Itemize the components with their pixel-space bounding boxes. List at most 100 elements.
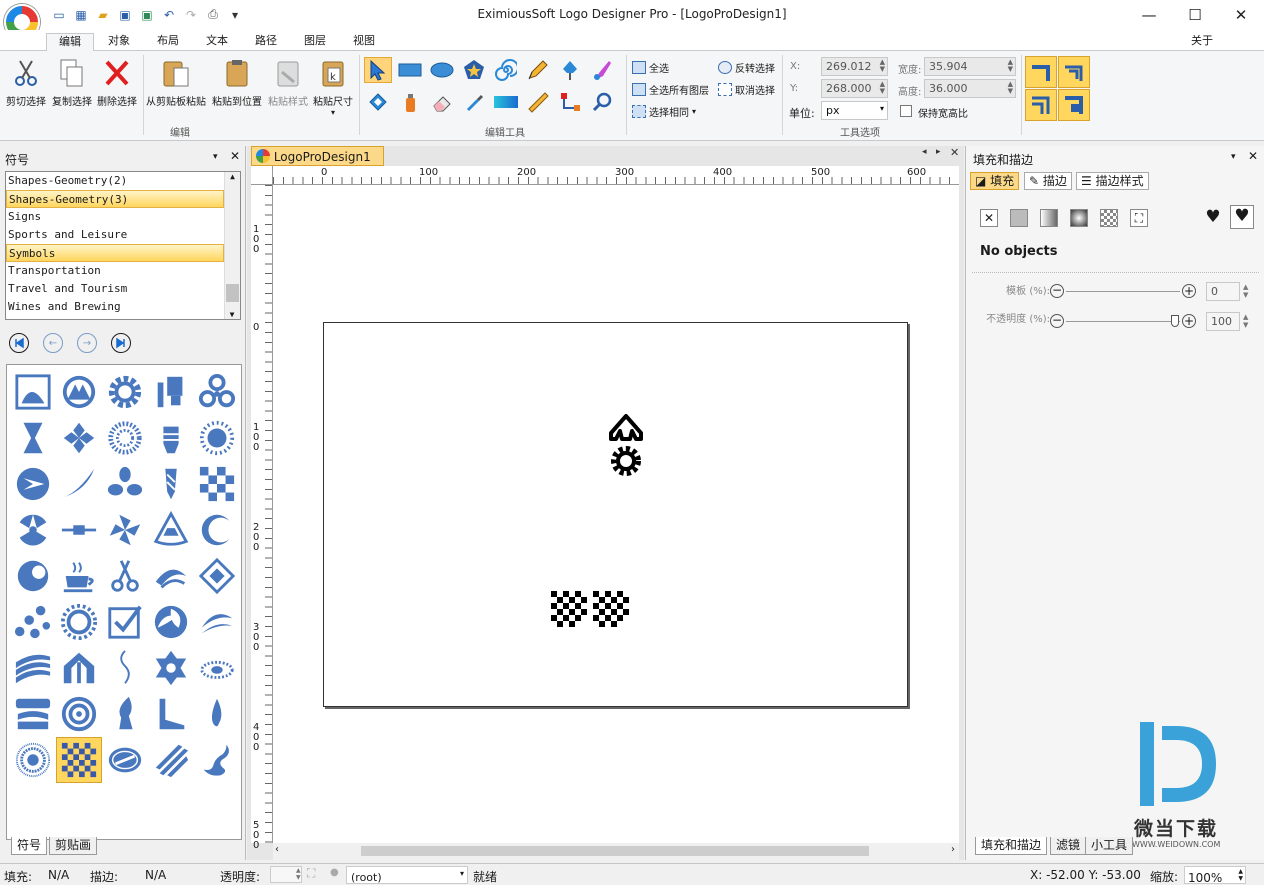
- redo-icon[interactable]: ↷: [182, 6, 200, 23]
- symbol-item[interactable]: [194, 691, 240, 737]
- scroll-up-icon[interactable]: ▲: [225, 172, 240, 181]
- blur-increase-icon[interactable]: +: [1182, 284, 1196, 298]
- scroll-down-icon[interactable]: ▼: [225, 310, 239, 319]
- tab-path[interactable]: 路径: [244, 33, 288, 51]
- opacity-increase-icon[interactable]: +: [1182, 314, 1196, 328]
- symbol-item[interactable]: [148, 599, 194, 645]
- blur-decrease-icon[interactable]: −: [1050, 284, 1064, 298]
- paste-size-button[interactable]: k 粘贴尺寸 ▾: [311, 55, 355, 117]
- symbol-item[interactable]: [10, 691, 56, 737]
- opacity-slider-thumb[interactable]: [1171, 315, 1179, 327]
- open-icon[interactable]: ▰: [94, 6, 112, 23]
- x-field[interactable]: 269.012 ▲ ▼: [821, 57, 888, 76]
- symbol-item[interactable]: [10, 553, 56, 599]
- tab-edit[interactable]: 编辑: [46, 33, 94, 52]
- y-field[interactable]: 268.000 ▲ ▼: [821, 79, 888, 98]
- select-all-layers-button[interactable]: 全选所有图层: [632, 80, 709, 98]
- pen-tool-icon[interactable]: [556, 57, 584, 83]
- zoom-field[interactable]: 100% ▲ ▼: [1184, 866, 1246, 885]
- checker-symbol[interactable]: [551, 591, 587, 627]
- new-template-icon[interactable]: ▦: [72, 6, 90, 23]
- eraser-tool-icon[interactable]: [428, 89, 456, 115]
- list-item[interactable]: Signs: [6, 208, 224, 226]
- symbol-item-selected[interactable]: [56, 737, 102, 783]
- prev-page-icon[interactable]: ←: [43, 333, 63, 353]
- symbol-item[interactable]: [194, 369, 240, 415]
- symbol-item[interactable]: [102, 599, 148, 645]
- first-page-icon[interactable]: [9, 333, 29, 353]
- artboard[interactable]: [323, 322, 908, 707]
- symbol-item[interactable]: [194, 415, 240, 461]
- select-all-button[interactable]: 全选: [632, 58, 669, 76]
- checker-symbol-copy[interactable]: [593, 591, 629, 627]
- blur-spinner-icon[interactable]: ▲ ▼: [1243, 283, 1248, 299]
- symbol-item[interactable]: [56, 369, 102, 415]
- opacity-field[interactable]: 100: [1206, 312, 1240, 331]
- ellipse-tool-icon[interactable]: [428, 57, 456, 83]
- paste-button[interactable]: 从剪贴板粘贴: [145, 55, 207, 117]
- delete-button[interactable]: 删除选择: [95, 55, 139, 117]
- zoom-spinner-icon[interactable]: ▲ ▼: [1238, 868, 1243, 882]
- eyedropper-tool-icon[interactable]: [460, 89, 488, 115]
- about-link[interactable]: 关于: [1180, 33, 1224, 51]
- symbol-item[interactable]: [56, 507, 102, 553]
- panel-menu-icon[interactable]: ▾: [213, 152, 218, 162]
- symbol-item[interactable]: [56, 645, 102, 691]
- polygon-tool-icon[interactable]: [460, 57, 488, 83]
- tab-view[interactable]: 视图: [342, 33, 386, 51]
- list-item[interactable]: Travel and Tourism: [6, 280, 224, 298]
- calligraphy-tool-icon[interactable]: [588, 57, 616, 83]
- symbol-item[interactable]: [194, 461, 240, 507]
- corner-bottom-left-icon[interactable]: [1025, 89, 1057, 121]
- fill-rule-nonzero-icon[interactable]: ♥: [1230, 205, 1254, 229]
- x-spinner-icon[interactable]: ▲ ▼: [880, 59, 885, 73]
- symbol-item[interactable]: [148, 553, 194, 599]
- paste-style-button[interactable]: 粘贴样式: [265, 55, 311, 117]
- symbol-item[interactable]: [194, 645, 240, 691]
- width-field[interactable]: 35.904 ▲ ▼: [924, 57, 1016, 76]
- no-fill-icon[interactable]: ✕: [980, 209, 998, 227]
- symbol-item[interactable]: [102, 461, 148, 507]
- save-icon[interactable]: ▣: [116, 6, 134, 23]
- spiral-tool-icon[interactable]: [492, 57, 520, 83]
- symbol-item[interactable]: [102, 691, 148, 737]
- print-icon[interactable]: ⎙: [204, 6, 222, 23]
- rectangle-tool-icon[interactable]: [396, 57, 424, 83]
- next-page-icon[interactable]: →: [77, 333, 97, 353]
- symbol-item[interactable]: [102, 645, 148, 691]
- list-item[interactable]: Shapes-Geometry(2): [6, 172, 224, 190]
- symbol-item[interactable]: [148, 691, 194, 737]
- corner-bottom-right-icon[interactable]: [1058, 89, 1090, 121]
- qat-dropdown-icon[interactable]: ▾: [226, 6, 244, 23]
- symbol-item[interactable]: [148, 737, 194, 783]
- tab-layer[interactable]: 图层: [293, 33, 337, 51]
- panel-menu-icon[interactable]: ▾: [1231, 152, 1236, 162]
- symbol-item[interactable]: [10, 599, 56, 645]
- height-field[interactable]: 36.000 ▲ ▼: [924, 79, 1016, 98]
- opacity-decrease-icon[interactable]: −: [1050, 314, 1064, 328]
- solid-fill-icon[interactable]: [1010, 209, 1028, 227]
- fill-rule-evenodd-icon[interactable]: ♥: [1202, 207, 1224, 229]
- horizontal-scrollbar[interactable]: ‹ ›: [273, 843, 959, 860]
- arch-gear-symbol[interactable]: [609, 414, 643, 476]
- symbol-item[interactable]: [10, 461, 56, 507]
- fill-bucket-tool-icon[interactable]: [364, 89, 392, 115]
- keep-ratio-checkbox[interactable]: [900, 105, 912, 117]
- cut-button[interactable]: 剪切选择: [4, 55, 48, 117]
- hscroll-thumb[interactable]: [361, 846, 869, 856]
- symbol-item[interactable]: [148, 369, 194, 415]
- panel-close-icon[interactable]: ✕: [1248, 149, 1258, 163]
- tab-scroll-right-icon[interactable]: ▸: [936, 147, 941, 157]
- list-item[interactable]: Symbols: [6, 244, 224, 262]
- symbol-item[interactable]: [148, 415, 194, 461]
- corner-top-right-icon[interactable]: [1058, 56, 1090, 88]
- tab-text[interactable]: 文本: [195, 33, 239, 51]
- measure-tool-icon[interactable]: [524, 89, 552, 115]
- status-opacity-spinner-icon[interactable]: ▲ ▼: [296, 867, 301, 881]
- linear-gradient-icon[interactable]: [1040, 209, 1058, 227]
- scroll-right-icon[interactable]: ›: [951, 844, 955, 855]
- blur-slider[interactable]: [1066, 291, 1180, 292]
- symbol-item[interactable]: [102, 415, 148, 461]
- tab-clipart[interactable]: 剪贴画: [49, 837, 98, 855]
- tab-fill-stroke[interactable]: 填充和描边: [975, 837, 1048, 855]
